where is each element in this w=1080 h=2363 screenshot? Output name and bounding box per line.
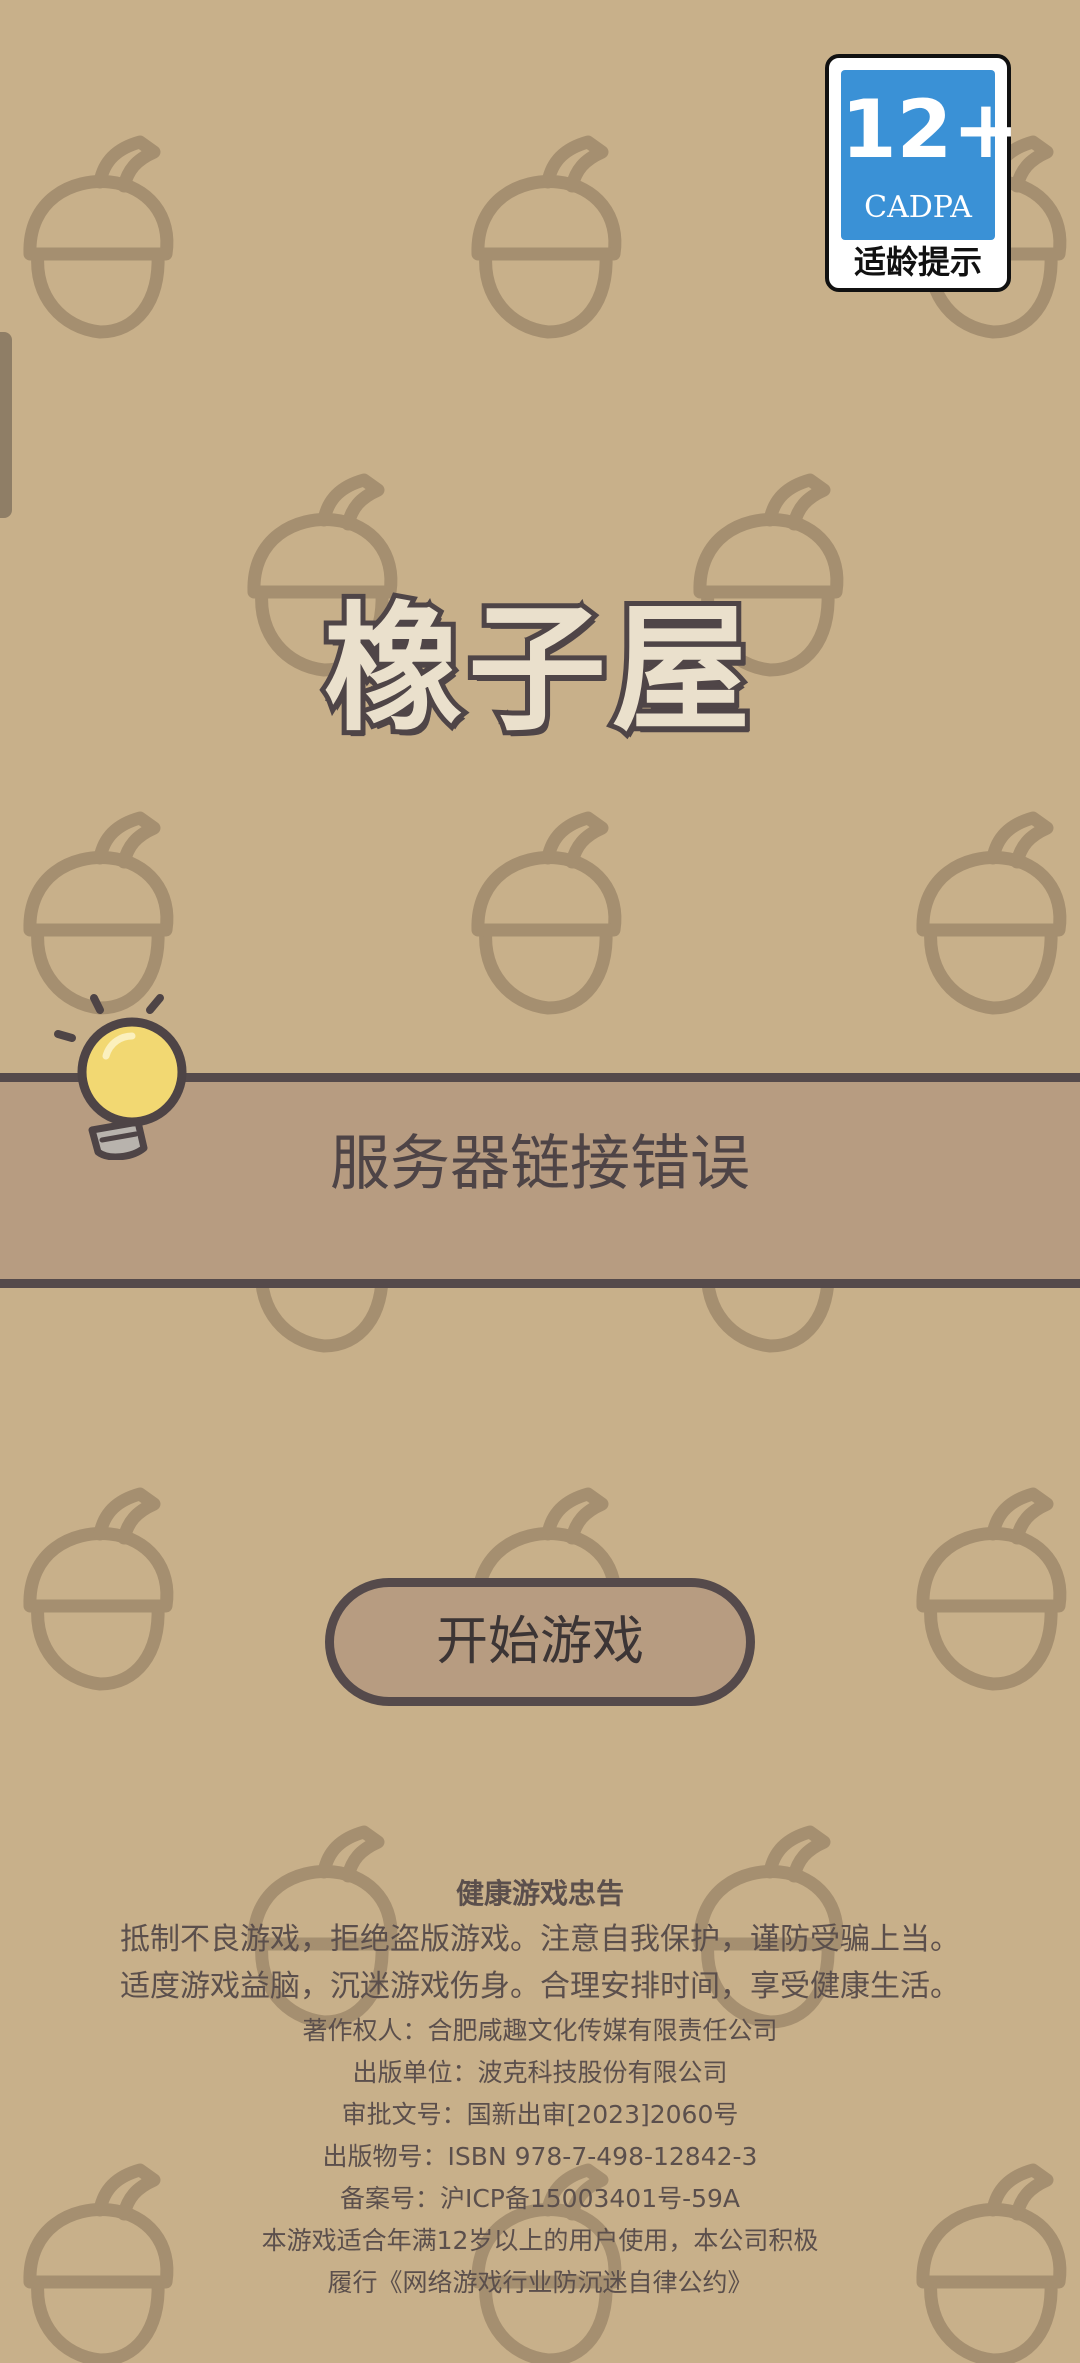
age-rating-badge: 12+ CADPA 适龄提示: [825, 54, 1020, 292]
edge-handle[interactable]: [0, 332, 12, 518]
health-advice-line-1: 抵制不良游戏，拒绝盗版游戏。注意自我保护，谨防受骗上当。: [120, 1922, 960, 1957]
age-rating-panel: 12+ CADPA: [841, 70, 1020, 240]
isbn-number: 出版物号：ISBN 978-7-498-12842-3: [322, 2142, 758, 2171]
acorn-pattern-icon: [923, 818, 1060, 1008]
acorn-pattern-icon: [30, 142, 167, 332]
health-advice-line-2: 适度游戏益脑，沉迷游戏伤身。合理安排时间，享受健康生活。: [120, 1969, 960, 2004]
acorn-pattern-icon: [478, 818, 615, 1008]
health-notice-title: 健康游戏忠告: [455, 1877, 624, 1910]
age-notice-line-2: 履行《网络游戏行业防沉迷自律公约》: [327, 2268, 753, 2297]
lightbulb-icon: [54, 994, 187, 1160]
publisher: 出版单位：波克科技股份有限公司: [352, 2058, 728, 2087]
age-rating-value: 12+: [841, 83, 1020, 176]
acorn-pattern-icon: [30, 1494, 167, 1684]
health-notice-footer: 健康游戏忠告 抵制不良游戏，拒绝盗版游戏。注意自我保护，谨防受骗上当。 适度游戏…: [0, 1872, 1080, 2304]
acorn-pattern-icon: [923, 1494, 1060, 1684]
acorn-pattern-icon: [30, 818, 167, 1008]
copyright-holder: 著作权人：合肥咸趣文化传媒有限责任公司: [302, 2016, 778, 2045]
acorn-pattern-icon: [478, 142, 615, 332]
age-rating-org: CADPA: [864, 190, 972, 225]
age-rating-caption: 适龄提示: [853, 243, 982, 281]
start-game-button[interactable]: 开始游戏: [325, 1578, 755, 1706]
age-notice-line-1: 本游戏适合年满12岁以上的用户使用，本公司积极: [261, 2226, 819, 2255]
approval-number: 审批文号：国新出审[2023]2060号: [341, 2100, 739, 2129]
game-logo: 橡子屋: [319, 585, 756, 755]
icp-number: 备案号：沪ICP备15003401号-59A: [339, 2184, 741, 2213]
start-game-label: 开始游戏: [435, 1612, 644, 1672]
